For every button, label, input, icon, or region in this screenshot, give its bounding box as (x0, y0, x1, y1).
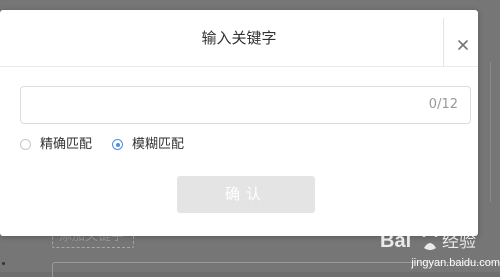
keyword-input-box: 0/12 (20, 86, 471, 125)
keyword-input[interactable] (31, 87, 415, 125)
keyword-dialog: 输入关键字 0/12 精确匹配 模糊匹配 确认 (0, 10, 478, 236)
char-counter: 0/12 (428, 97, 458, 112)
baidu-logo: Bai 经验 (380, 229, 476, 252)
background-bullet (2, 262, 5, 265)
confirm-button[interactable]: 确认 (177, 176, 315, 213)
svg-text:Bai: Bai (380, 230, 411, 252)
radio-exact-match-label: 精确匹配 (40, 137, 93, 152)
close-icon (458, 40, 468, 50)
dialog-header: 输入关键字 (0, 10, 478, 67)
baidu-jingyan-watermark: Bai 经验 jingyan.baidu.com (372, 224, 500, 272)
radio-fuzzy-match-label: 模糊匹配 (132, 137, 185, 152)
watermark-url: jingyan.baidu.com (411, 257, 500, 269)
background-panel-edge (490, 62, 500, 202)
dialog-title: 输入关键字 (201, 29, 277, 47)
close-button[interactable] (443, 18, 479, 66)
svg-text:经验: 经验 (442, 232, 476, 251)
radio-fuzzy-match-circle[interactable] (112, 139, 123, 150)
radio-exact-match-circle[interactable] (20, 139, 31, 150)
